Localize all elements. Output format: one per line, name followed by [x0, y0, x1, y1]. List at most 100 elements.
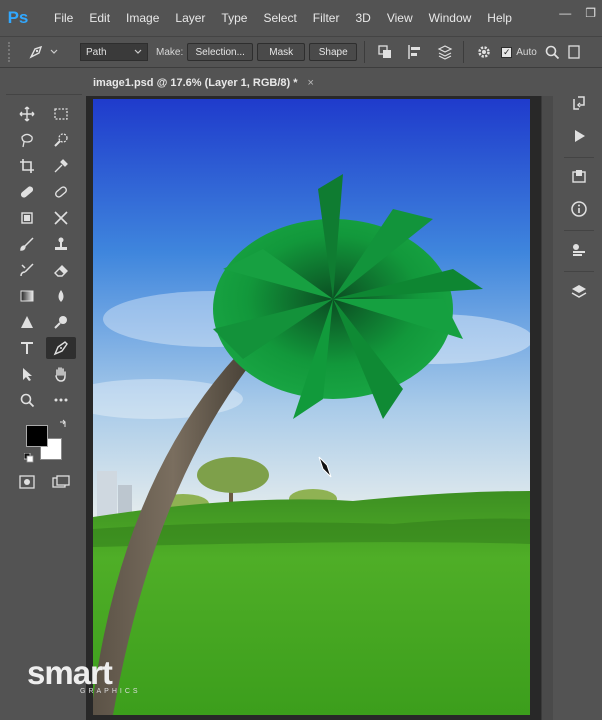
triangle-icon [21, 316, 33, 328]
hand-tool[interactable] [46, 363, 76, 385]
info-panel-button[interactable] [564, 196, 594, 222]
screen-mode-icon [52, 475, 70, 488]
foreground-color-swatch[interactable] [26, 425, 48, 447]
menu-filter[interactable]: Filter [305, 0, 348, 36]
quick-mask-button[interactable] [12, 471, 42, 493]
transform-tool[interactable] [46, 207, 76, 229]
lasso-tool[interactable] [12, 129, 42, 151]
menu-image[interactable]: Image [118, 0, 167, 36]
tools-panel-header[interactable] [6, 85, 82, 95]
pen-settings-button[interactable] [473, 41, 495, 63]
blur-tool[interactable] [46, 285, 76, 307]
quick-selection-tool[interactable] [46, 129, 76, 151]
window-controls: — ❐ [559, 6, 596, 20]
default-colors-icon[interactable] [24, 453, 34, 463]
path-operations-button[interactable] [374, 41, 396, 63]
play-icon [575, 130, 585, 142]
spot-healing-tool[interactable] [12, 181, 42, 203]
gradient-tool[interactable] [12, 285, 42, 307]
info-icon [571, 201, 587, 217]
arrow-pointer-icon [23, 368, 32, 381]
menu-edit[interactable]: Edit [81, 0, 118, 36]
menu-window[interactable]: Window [421, 0, 480, 36]
path-arrangement-icon [437, 45, 453, 60]
tool-preset-picker[interactable] [28, 44, 58, 60]
make-mask-button[interactable]: Mask [257, 43, 306, 61]
menu-file[interactable]: File [36, 0, 81, 36]
dodge-tool[interactable] [46, 311, 76, 333]
layers-panel-button[interactable] [564, 278, 594, 304]
workspace-button[interactable] [563, 41, 585, 63]
make-shape-button[interactable]: Shape [309, 43, 358, 61]
eraser-icon [54, 265, 68, 277]
bandage-icon [20, 186, 34, 198]
menu-help[interactable]: Help [479, 0, 520, 36]
frame-tool[interactable] [12, 207, 42, 229]
history-brush-tool[interactable] [12, 259, 42, 281]
make-selection-button[interactable]: Selection... [187, 43, 254, 61]
pen-tool[interactable] [46, 337, 76, 359]
path-alignment-button[interactable] [404, 41, 426, 63]
brush-tool[interactable] [12, 233, 42, 255]
drop-icon [58, 290, 64, 302]
actions-panel-button[interactable] [564, 123, 594, 149]
divider [564, 157, 594, 158]
eyedropper-tool[interactable] [46, 155, 76, 177]
color-swatches [6, 419, 82, 465]
properties-panel-button[interactable] [564, 237, 594, 263]
eraser-tool[interactable] [46, 259, 76, 281]
make-label: Make: [156, 46, 184, 58]
restore-button[interactable]: ❐ [585, 6, 596, 20]
layers-icon [571, 285, 587, 298]
photoshop-window: Ps File Edit Image Layer Type Select Fil… [0, 0, 602, 720]
path-selection-tool[interactable] [12, 363, 42, 385]
zoom-icon [20, 393, 35, 408]
frame-icon [21, 212, 33, 224]
divider [463, 41, 465, 63]
auto-add-delete-checkbox[interactable]: ✓ [501, 46, 513, 58]
vertical-scrollbar[interactable] [541, 96, 553, 720]
marquee-tool[interactable] [46, 103, 76, 125]
brush-tool-alt[interactable] [46, 181, 76, 203]
sharpen-tool[interactable] [12, 311, 42, 333]
menu-layer[interactable]: Layer [167, 0, 213, 36]
menu-3d[interactable]: 3D [347, 0, 378, 36]
clone-stamp-tool[interactable] [46, 233, 76, 255]
history-icon [573, 96, 585, 110]
path-arrangement-button[interactable] [434, 41, 456, 63]
eyedropper-icon [54, 159, 68, 173]
type-tool[interactable] [12, 337, 42, 359]
screen-mode-button[interactable] [46, 471, 76, 493]
mode-controls [6, 465, 82, 493]
quick-mask-icon [19, 475, 35, 489]
adjustments-panel-button[interactable] [564, 164, 594, 190]
document-tab-title: image1.psd @ 17.6% (Layer 1, RGB/8) * [93, 77, 298, 89]
dodge-icon [54, 316, 67, 329]
app-logo[interactable]: Ps [0, 0, 36, 36]
menu-type[interactable]: Type [213, 0, 255, 36]
close-tab-button[interactable]: × [308, 77, 314, 89]
watermark-logo: smart [27, 654, 113, 692]
options-grip[interactable] [8, 42, 14, 62]
more-tools[interactable] [46, 389, 76, 411]
menu-select[interactable]: Select [255, 0, 304, 36]
chevron-down-icon [50, 49, 58, 54]
properties-icon [573, 244, 585, 256]
document-canvas[interactable] [93, 99, 530, 715]
move-tool[interactable] [12, 103, 42, 125]
chevron-down-icon [134, 49, 142, 54]
search-button[interactable] [541, 41, 563, 63]
swap-colors-icon[interactable] [58, 419, 68, 429]
menu-view[interactable]: View [379, 0, 421, 36]
watermark-brand: smart [27, 654, 113, 691]
marquee-icon [54, 108, 68, 120]
zoom-tool[interactable] [12, 389, 42, 411]
ellipsis-icon [54, 398, 68, 402]
minimize-button[interactable]: — [559, 6, 571, 20]
document-tab[interactable]: image1.psd @ 17.6% (Layer 1, RGB/8) * × [86, 70, 322, 96]
workspace-icon [568, 45, 580, 59]
history-panel-button[interactable] [564, 91, 594, 117]
crop-tool[interactable] [12, 155, 42, 177]
pen-mode-select[interactable]: Path [80, 43, 148, 61]
hand-icon [55, 367, 66, 382]
